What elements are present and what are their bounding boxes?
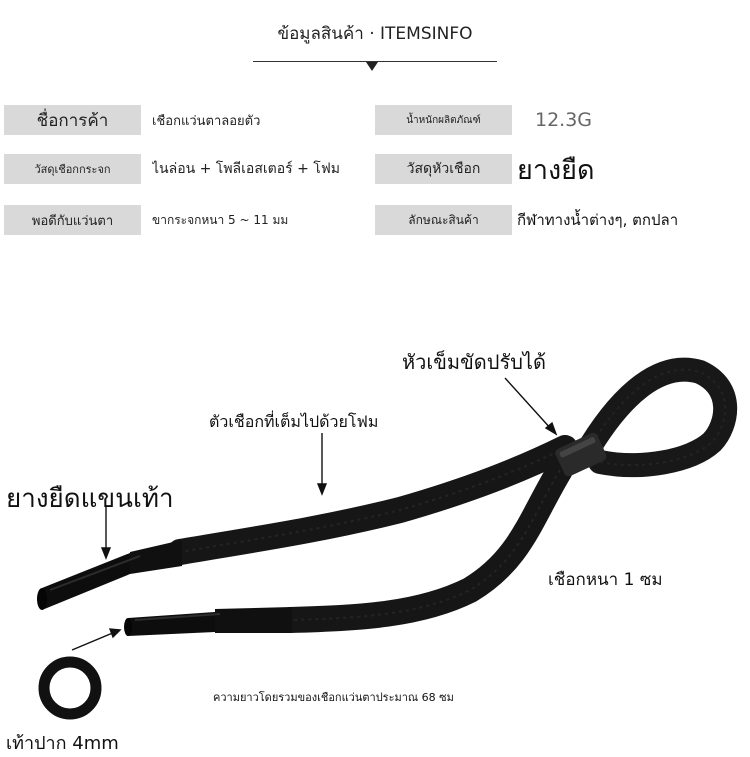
length-annotation: ความยาวโดยรวมของเชือกแว่นตาประมาณ 68 ซม: [213, 691, 454, 704]
rubber-tip-lower: [124, 607, 292, 636]
mouth-annotation: เท้าปาก 4mm: [6, 733, 119, 754]
cord-illustration: [37, 357, 738, 720]
foam-annotation: ตัวเชือกที่เต็มไปด้วยโฟม: [209, 412, 379, 431]
cord-loop: [573, 357, 738, 478]
buckle-annotation: หัวเข็มขัดปรับได้: [402, 350, 546, 374]
thickness-annotation: เชือกหนา 1 ซม: [548, 570, 663, 590]
cord-upper-strand: [167, 435, 578, 565]
rubber-tip-annotation: ยางยืดแขนเท้า: [6, 484, 174, 514]
rubber-ring: [38, 656, 102, 720]
